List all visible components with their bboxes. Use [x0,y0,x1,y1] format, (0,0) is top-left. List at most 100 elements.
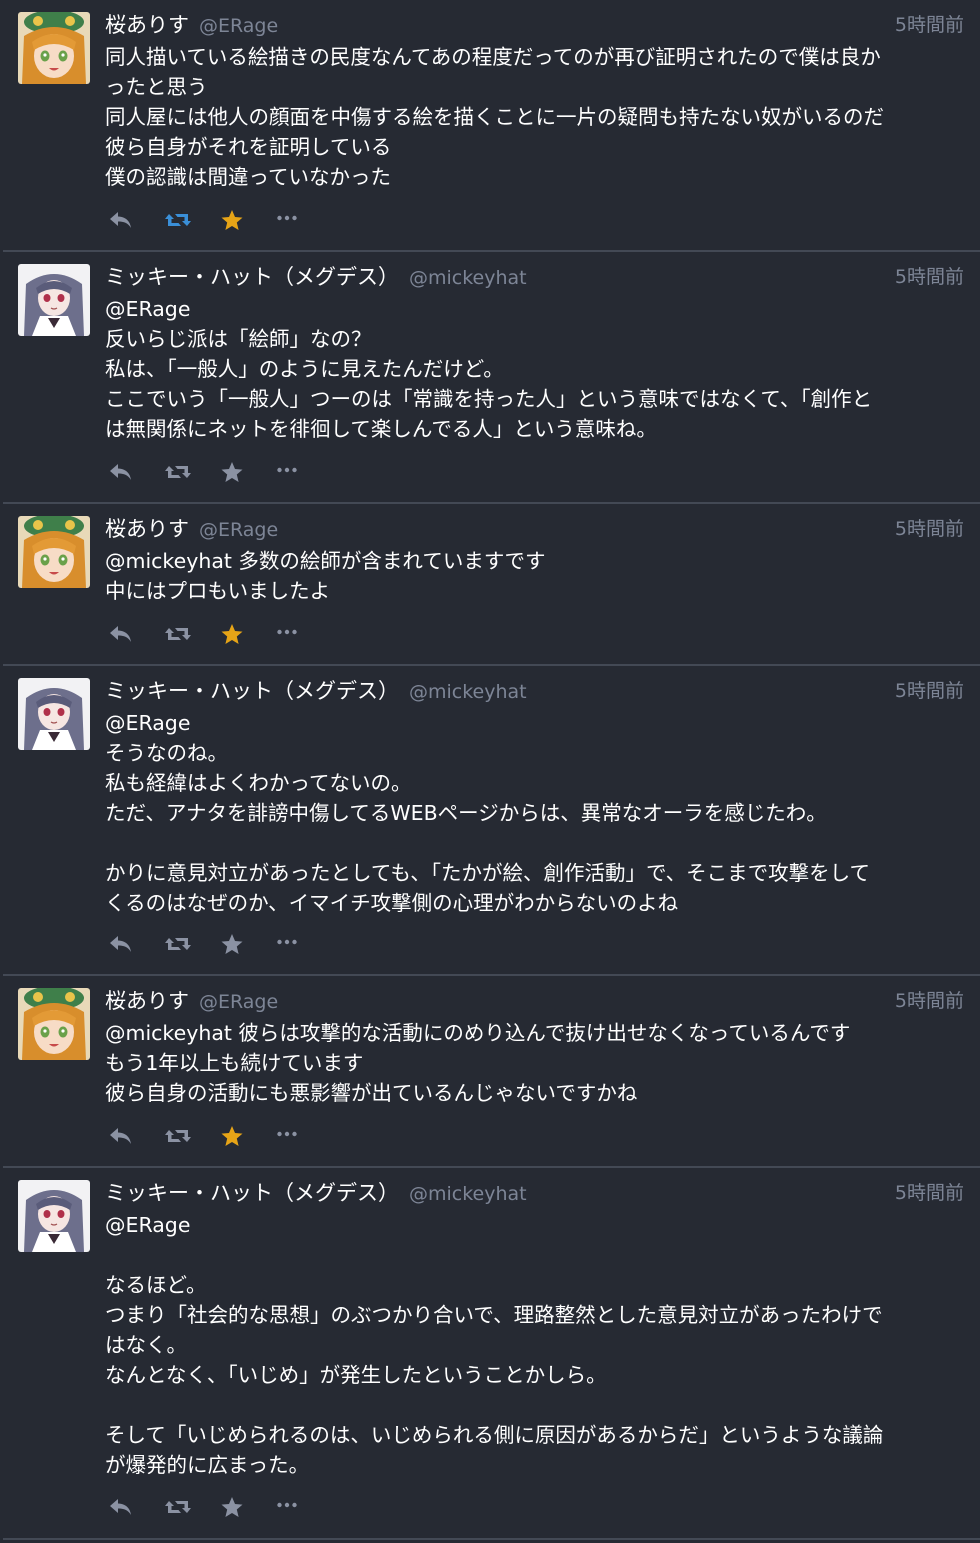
reply-icon[interactable] [108,1122,164,1150]
more-icon[interactable] [276,620,332,648]
tweet-text-line [105,1240,958,1270]
display-name[interactable]: ミッキー・ハット（メグデス） [105,679,399,703]
display-name[interactable]: 桜ありす [105,989,189,1013]
tweet-text: 同人描いている絵描きの民度なんてあの程度だってのが再び証明されたので僕は良か っ… [105,42,958,192]
more-icon[interactable] [276,1122,332,1150]
avatar[interactable] [18,678,90,750]
screen-name[interactable]: @mickeyhat [409,1183,527,1205]
avatar[interactable] [18,988,90,1060]
retweet-icon[interactable] [164,458,220,486]
timestamp[interactable]: 5時間前 [895,264,964,290]
display-name[interactable]: ミッキー・ハット（メグデス） [105,1181,399,1205]
tweet-text: @ERage なるほど。 つまり「社会的な思想」のぶつかり合いで、理路整然とした… [105,1210,958,1480]
favorite-icon[interactable] [220,620,276,648]
retweet-icon[interactable] [164,620,220,648]
retweet-icon[interactable] [164,1493,220,1521]
tweet-text-line: ただ、アナタを誹謗中傷してるWEBページからは、異常なオーラを感じたわ。 [105,801,827,825]
favorite-icon[interactable] [220,1493,276,1521]
tweet-header: 桜ありす @ERage [105,516,278,543]
tweet-text-line: なんとなく、「いじめ」が発生したということかしら。 [105,1363,607,1387]
reply-icon[interactable] [108,458,164,486]
tweet-header: ミッキー・ハット（メグデス） @mickeyhat [105,678,527,705]
tweet-text-line: くるのはなぜのか、イマイチ攻撃側の心理がわからないのよね [105,891,679,915]
tweet-text-line: 私は、「一般人」のように見えたんだけど。 [105,357,504,381]
timestamp[interactable]: 5時間前 [895,516,964,542]
tweet-actions [108,1122,332,1150]
tweet-text-line [105,828,958,858]
tweet-text: @ERage 反いらじ派は「絵師」なの？ 私は、「一般人」のように見えたんだけど… [105,294,958,444]
tweet-header: ミッキー・ハット（メグデス） @mickeyhat [105,264,527,291]
tweet-text-line: もう1年以上も続けています [105,1051,364,1075]
tweet-text-line: 同人描いている絵描きの民度なんてあの程度だってのが再び証明されたので僕は良か [105,45,881,69]
tweet-text-line: @mickeyhat 彼らは攻撃的な活動にのめり込んで抜け出せなくなっているんで… [105,1021,851,1045]
timestamp[interactable]: 5時間前 [895,988,964,1014]
reply-icon[interactable] [108,206,164,234]
more-icon[interactable] [276,930,332,958]
tweet-text-line: そして「いじめられるのは、いじめられる側に原因があるからだ」というような議論 [105,1423,884,1447]
mention-link[interactable]: @ERage [105,294,958,324]
display-name[interactable]: 桜ありす [105,13,189,37]
tweet-text-line: 同人屋には他人の顔面を中傷する絵を描くことに一片の疑問も持たない奴がいるのだ [105,105,884,129]
screen-name[interactable]: @ERage [199,991,278,1013]
timestamp[interactable]: 5時間前 [895,1180,964,1206]
screen-name[interactable]: @mickeyhat [409,681,527,703]
reply-icon[interactable] [108,1493,164,1521]
tweet-text: @mickeyhat 多数の絵師が含まれていますです 中にはプロもいましたよ [105,546,958,606]
tweet-text-line: かりに意見対立があったとしても、「たかが絵、創作活動」で、そこまで攻撃をして [105,861,871,885]
tweet-header: ミッキー・ハット（メグデス） @mickeyhat [105,1180,527,1207]
tweet-text-line: つまり「社会的な思想」のぶつかり合いで、理路整然とした意見対立があったわけで [105,1303,883,1327]
tweet[interactable]: 桜ありす @ERage 5時間前 @mickeyhat 彼らは攻撃的な活動にのめり… [3,976,980,1168]
mention-link[interactable]: @ERage [105,708,958,738]
favorite-icon[interactable] [220,458,276,486]
tweet-actions [108,1493,332,1521]
tweet-text-line: はなく。 [105,1333,187,1357]
more-icon[interactable] [276,458,332,486]
favorite-icon[interactable] [220,206,276,234]
tweet-text-line: は無関係にネットを徘徊して楽しんでる人」という意味ね。 [105,417,657,441]
screen-name[interactable]: @ERage [199,519,278,541]
tweet-text: @mickeyhat 彼らは攻撃的な活動にのめり込んで抜け出せなくなっているんで… [105,1018,958,1108]
tweet[interactable]: 桜ありす @ERage 5時間前 @mickeyhat 多数の絵師が含まれています… [3,504,980,666]
tweet-text-line: が爆発的に広まった。 [105,1453,310,1477]
tweet-text-line [105,1390,958,1420]
avatar[interactable] [18,516,90,588]
favorite-icon[interactable] [220,1122,276,1150]
timeline: 桜ありす @ERage 5時間前 同人描いている絵描きの民度なんてあの程度だっての… [0,0,980,1543]
tweet-text-line: ったと思う [105,75,208,99]
screen-name[interactable]: @ERage [199,15,278,37]
more-icon[interactable] [276,1493,332,1521]
tweet[interactable]: ミッキー・ハット（メグデス） @mickeyhat 5時間前 @ERage そうな… [3,666,980,976]
tweet-actions [108,206,332,234]
tweet-text-line: なるほど。 [105,1273,207,1297]
tweet-header: 桜ありす @ERage [105,12,278,39]
retweet-icon[interactable] [164,206,220,234]
avatar[interactable] [18,1180,90,1252]
tweet-actions [108,620,332,648]
avatar[interactable] [18,264,90,336]
avatar[interactable] [18,12,90,84]
tweet-text-line: ここでいう「一般人」つーのは「常識を持った人」という意味ではなくて、「創作と [105,387,873,411]
tweet-text-line: 中にはプロもいましたよ [105,579,331,603]
display-name[interactable]: ミッキー・ハット（メグデス） [105,265,399,289]
display-name[interactable]: 桜ありす [105,517,189,541]
timestamp[interactable]: 5時間前 [895,12,964,38]
tweet-header: 桜ありす @ERage [105,988,278,1015]
tweet-text-line: 私も経緯はよくわかってないの。 [105,771,412,795]
more-icon[interactable] [276,206,332,234]
tweet-actions [108,930,332,958]
favorite-icon[interactable] [220,930,276,958]
tweet-text-line: @mickeyhat 多数の絵師が含まれていますです [105,549,546,573]
tweet-text-line: 反いらじ派は「絵師」なの？ [105,327,372,351]
timestamp[interactable]: 5時間前 [895,678,964,704]
retweet-icon[interactable] [164,930,220,958]
mention-link[interactable]: @ERage [105,1210,958,1240]
tweet[interactable]: ミッキー・ハット（メグデス） @mickeyhat 5時間前 @ERage なるほ… [3,1168,980,1540]
reply-icon[interactable] [108,620,164,648]
reply-icon[interactable] [108,930,164,958]
tweet-text: @ERage そうなのね。 私も経緯はよくわかってないの。 ただ、アナタを誹謗中… [105,708,958,918]
tweet-text-line: 彼ら自身の活動にも悪影響が出ているんじゃないですかね [105,1081,638,1105]
retweet-icon[interactable] [164,1122,220,1150]
screen-name[interactable]: @mickeyhat [409,267,527,289]
tweet[interactable]: ミッキー・ハット（メグデス） @mickeyhat 5時間前 @ERage 反いら… [3,252,980,504]
tweet[interactable]: 桜ありす @ERage 5時間前 同人描いている絵描きの民度なんてあの程度だっての… [3,0,980,252]
